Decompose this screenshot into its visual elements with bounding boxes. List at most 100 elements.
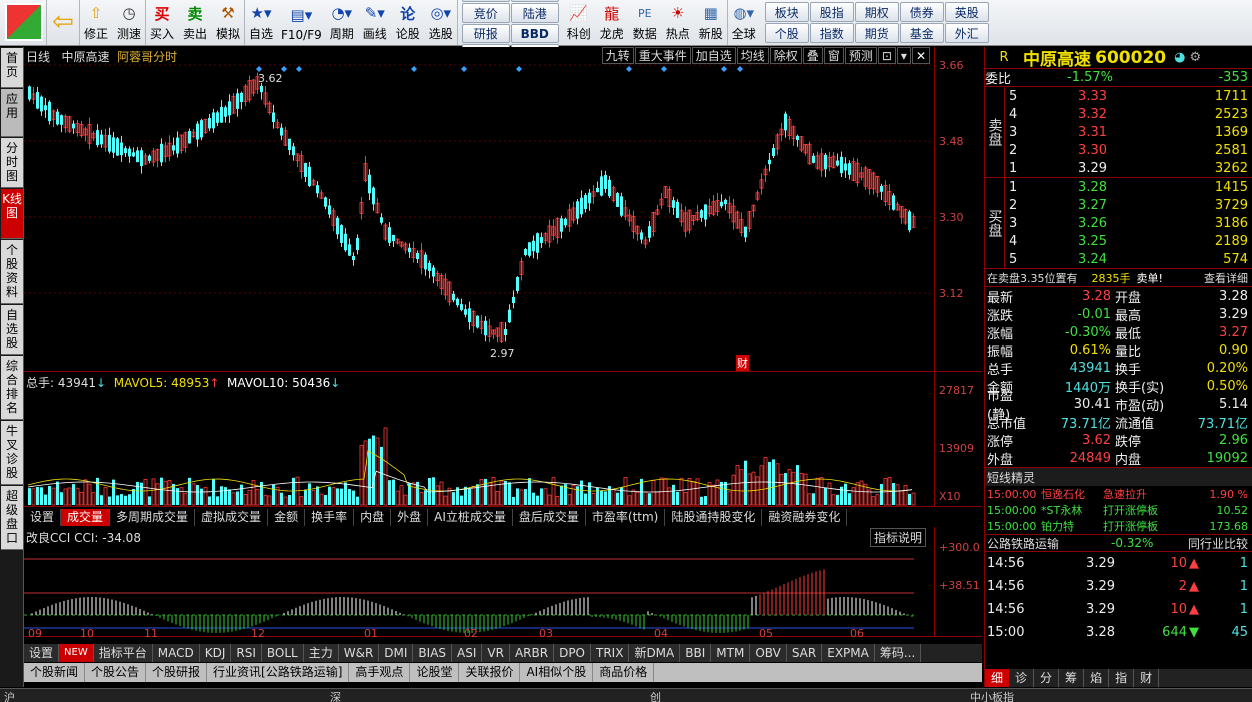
btab-arbr[interactable]: ARBR: [509, 644, 555, 662]
sell-level-row[interactable]: 5 3.33 1711: [1005, 87, 1252, 105]
sidebar-tab-home[interactable]: 首页: [1, 48, 23, 88]
status-smb[interactable]: 中小板指: [970, 689, 1014, 702]
global-button[interactable]: ◍▾ 全球: [728, 0, 761, 45]
sell-level-row[interactable]: 1 3.29 3262: [1005, 159, 1252, 177]
btab-asi[interactable]: ASI: [452, 644, 483, 662]
sidebar-tab-ranking[interactable]: 综合排名: [1, 356, 23, 420]
btab-chips[interactable]: 筹码...: [874, 644, 922, 662]
qtab-index[interactable]: 指: [1109, 669, 1135, 687]
grid-btn-news[interactable]: 资讯: [461, 0, 510, 2]
grid-btn-bonds[interactable]: 债券: [899, 2, 944, 22]
stock-picker-button[interactable]: ◎▾ 选股: [425, 0, 458, 45]
btab-obv[interactable]: OBV: [750, 644, 787, 662]
newstab-commodity[interactable]: 商品价格: [593, 663, 655, 682]
status-cy[interactable]: 创: [650, 689, 661, 702]
btab-dma[interactable]: 新DMA: [629, 644, 681, 662]
grid-btn-stock[interactable]: 个股: [764, 23, 809, 43]
buy-level-row[interactable]: 4 3.25 2189: [1005, 232, 1252, 250]
indtab-turnover[interactable]: 换手率: [305, 509, 355, 526]
indtab-inner[interactable]: 内盘: [354, 509, 392, 526]
buy-button[interactable]: 买买入: [146, 0, 179, 45]
indtab-settings[interactable]: 设置: [24, 509, 62, 526]
data-button[interactable]: PE 数据: [629, 0, 662, 45]
finance-event-marker[interactable]: 财: [736, 355, 749, 371]
indtab-ai-volume[interactable]: AI立桩成交量: [428, 509, 513, 526]
grid-btn-auction[interactable]: 竞价: [461, 3, 510, 23]
sidebar-tab-timeshare[interactable]: 分时图: [1, 138, 23, 188]
btab-vr[interactable]: VR: [482, 644, 510, 662]
buy-level-row[interactable]: 3 3.26 3186: [1005, 214, 1252, 232]
status-sz[interactable]: 深: [330, 689, 341, 702]
big-order-notice[interactable]: 在卖盘3.35位置有 2835手 卖单! 查看详细: [985, 269, 1252, 287]
gear-icon[interactable]: ⚙: [1189, 50, 1201, 65]
btab-mtm[interactable]: MTM: [711, 644, 751, 662]
qtab-finance[interactable]: 财: [1134, 669, 1160, 687]
newstab-related[interactable]: 关联报价: [459, 663, 521, 682]
newstab-industry[interactable]: 行业资讯[公路铁路运输]: [207, 663, 350, 682]
btab-macd[interactable]: MACD: [152, 644, 200, 662]
btab-sar[interactable]: SAR: [786, 644, 823, 662]
simulate-button[interactable]: ⚒ 模拟: [212, 0, 245, 45]
wizard-item[interactable]: 15:00:00 铂力特 打开涨停板 173.68: [985, 518, 1252, 534]
btab-boll[interactable]: BOLL: [261, 644, 304, 662]
indtab-amount[interactable]: 金额: [268, 509, 306, 526]
volume-panel[interactable]: 总手: 43941↓ MAVOL5: 48953↑ MAVOL10: 50436…: [24, 372, 982, 507]
sell-level-row[interactable]: 4 3.32 2523: [1005, 105, 1252, 123]
btab-dpo[interactable]: DPO: [554, 644, 591, 662]
btab-main-force[interactable]: 主力: [303, 644, 339, 662]
status-sh[interactable]: 沪: [4, 689, 15, 702]
sidebar-tab-diagnosis[interactable]: 牛叉诊股: [1, 421, 23, 485]
btab-expma[interactable]: EXPMA: [822, 644, 875, 662]
newstab-forum[interactable]: 论股堂: [410, 663, 460, 682]
indtab-pe[interactable]: 市盈率(ttm): [586, 509, 666, 526]
grid-btn-options[interactable]: 期权: [854, 2, 899, 22]
buy-level-row[interactable]: 2 3.27 3729: [1005, 196, 1252, 214]
sidebar-tab-watchlist[interactable]: 自选股: [1, 305, 23, 355]
period-button[interactable]: ◔▾ 周期: [326, 0, 359, 45]
indtab-hk-holding[interactable]: 陆股通持股变化: [665, 509, 763, 526]
btab-trix[interactable]: TRIX: [591, 644, 630, 662]
btab-bias[interactable]: BIAS: [413, 644, 453, 662]
btab-platform[interactable]: 指标平台: [93, 644, 153, 662]
back-button[interactable]: ⇦: [47, 0, 80, 45]
newstab-research[interactable]: 个股研报: [146, 663, 208, 682]
grid-btn-forex[interactable]: 外汇: [944, 23, 989, 43]
sell-level-row[interactable]: 2 3.30 2581: [1005, 141, 1252, 159]
grid-btn-hkconnect[interactable]: 陆港: [510, 3, 559, 23]
cci-panel[interactable]: 改良CCI CCI: -34.08 指标说明 +300.0 +38.51: [24, 527, 982, 637]
kline-panel[interactable]: 日线 中原高速 阿蓉哥分时 九转 重大事件 加自选 均线 除权 叠 窗 预测 ⊡…: [24, 47, 982, 372]
sidebar-tab-profile[interactable]: 个股资料: [1, 240, 23, 304]
draw-button[interactable]: ✎▾ 画线: [359, 0, 392, 45]
grid-btn-index-futures[interactable]: 股指: [809, 2, 854, 22]
candlestick-chart[interactable]: [24, 52, 932, 372]
ipo-button[interactable]: ▦ 新股: [695, 0, 728, 45]
indtab-virtual-volume[interactable]: 虚拟成交量: [195, 509, 269, 526]
f10-button[interactable]: ▤▾ F10/F9: [278, 0, 326, 45]
qtab-minute[interactable]: 分: [1034, 669, 1060, 687]
grid-btn-sector[interactable]: 板块: [764, 2, 809, 22]
grid-btn-bbd[interactable]: BBD: [510, 24, 559, 43]
newstab-experts[interactable]: 高手观点: [349, 663, 411, 682]
grid-btn-uk[interactable]: 英股: [944, 2, 989, 22]
btab-bbi[interactable]: BBI: [680, 644, 712, 662]
watchlist-button[interactable]: ★▾ 自选: [245, 0, 278, 45]
qtab-flame[interactable]: 焰: [1084, 669, 1110, 687]
indtab-margin[interactable]: 融资融券变化: [762, 509, 848, 526]
indtab-after-hours[interactable]: 盘后成交量: [513, 509, 586, 526]
notice-detail-link[interactable]: 查看详细: [1204, 270, 1252, 286]
sidebar-tab-super-book[interactable]: 超级盘口: [1, 486, 23, 550]
qtab-diagnose[interactable]: 诊: [1009, 669, 1035, 687]
grid-btn-funds[interactable]: 资金: [510, 0, 559, 2]
btab-wr[interactable]: W&R: [338, 644, 380, 662]
correct-button[interactable]: ⇧ 修正: [80, 0, 113, 45]
grid-btn-index[interactable]: 指数: [809, 23, 854, 43]
btab-dmi[interactable]: DMI: [379, 644, 414, 662]
qtab-detail[interactable]: 细: [985, 669, 1010, 687]
dragon-tiger-button[interactable]: 龍龙虎: [596, 0, 629, 45]
wizard-item[interactable]: 15:00:00 恒逸石化 急速拉升 1.90 %: [985, 486, 1252, 502]
btab-kdj[interactable]: KDJ: [199, 644, 232, 662]
wizard-item[interactable]: 15:00:00 *ST永林 打开涨停板 10.52: [985, 502, 1252, 518]
newstab-notices[interactable]: 个股公告: [85, 663, 147, 682]
sector-row[interactable]: 公路铁路运输 -0.32% 同行业比较: [985, 534, 1252, 552]
industry-compare-link[interactable]: 同行业比较: [1188, 535, 1252, 552]
